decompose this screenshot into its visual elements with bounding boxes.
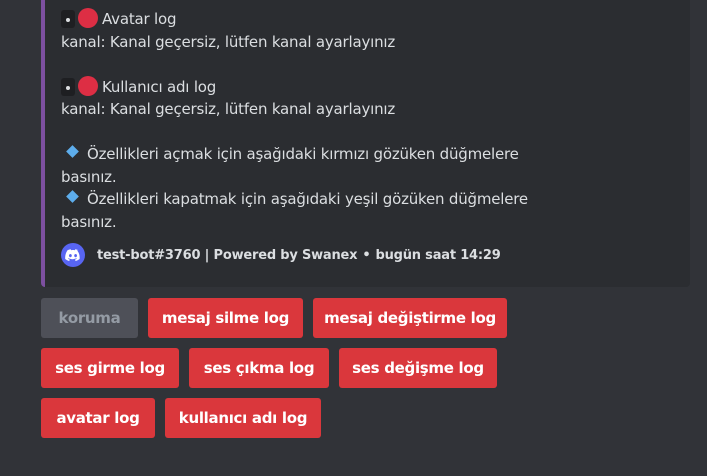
ses-girme-log-button[interactable]: ses girme log <box>41 348 179 388</box>
info-open-line: Özellikleri açmak için aşağıdaki kırmızı… <box>61 143 561 188</box>
bullet-code-icon <box>61 10 75 28</box>
username-log-line: Kullanıcı adı log <box>61 75 561 99</box>
footer-separator: • <box>362 247 371 263</box>
avatar-log-button[interactable]: avatar log <box>41 398 155 438</box>
info-open-text: Özellikleri açmak için aşağıdaki kırmızı… <box>61 145 519 186</box>
kullanici-adi-log-button[interactable]: kullanıcı adı log <box>165 398 321 438</box>
discord-icon <box>61 243 85 267</box>
ses-degisme-log-button[interactable]: ses değişme log <box>339 348 497 388</box>
mesaj-degistirme-log-button[interactable]: mesaj değiştirme log <box>313 298 507 338</box>
avatar-log-channel: kanal: Kanal geçersiz, lütfen kanal ayar… <box>61 32 396 51</box>
avatar-log-line: Avatar log <box>61 8 561 31</box>
bullet-code-icon <box>61 77 75 96</box>
footer-bot-tag: test-bot#3760 | Powered by Swanex <box>97 247 358 263</box>
red-circle-icon <box>78 8 98 28</box>
embed-footer: test-bot#3760 | Powered by Swanex • bugü… <box>61 242 501 268</box>
red-circle-icon <box>78 75 98 96</box>
info-close-line: Özellikleri kapatmak için aşağıdaki yeşi… <box>61 188 561 233</box>
username-log-title: Kullanıcı adı log <box>102 77 217 96</box>
bot-embed: Avatar log kanal: Kanal geçersiz, lütfen… <box>41 0 690 287</box>
koruma-button[interactable]: koruma <box>41 298 138 338</box>
embed-description: Avatar log kanal: Kanal geçersiz, lütfen… <box>61 8 561 233</box>
mesaj-silme-log-button[interactable]: mesaj silme log <box>148 298 303 338</box>
footer-timestamp[interactable]: bugün saat 14:29 <box>375 248 500 263</box>
message-view: Avatar log kanal: Kanal geçersiz, lütfen… <box>0 0 707 476</box>
blue-diamond-icon <box>65 190 81 205</box>
ses-cikma-log-button[interactable]: ses çıkma log <box>189 348 329 388</box>
avatar-log-title: Avatar log <box>102 10 177 28</box>
info-close-text: Özellikleri kapatmak için aşağıdaki yeşi… <box>61 190 528 231</box>
blue-diamond-icon <box>65 145 81 160</box>
username-log-channel: kanal: Kanal geçersiz, lütfen kanal ayar… <box>61 100 396 118</box>
